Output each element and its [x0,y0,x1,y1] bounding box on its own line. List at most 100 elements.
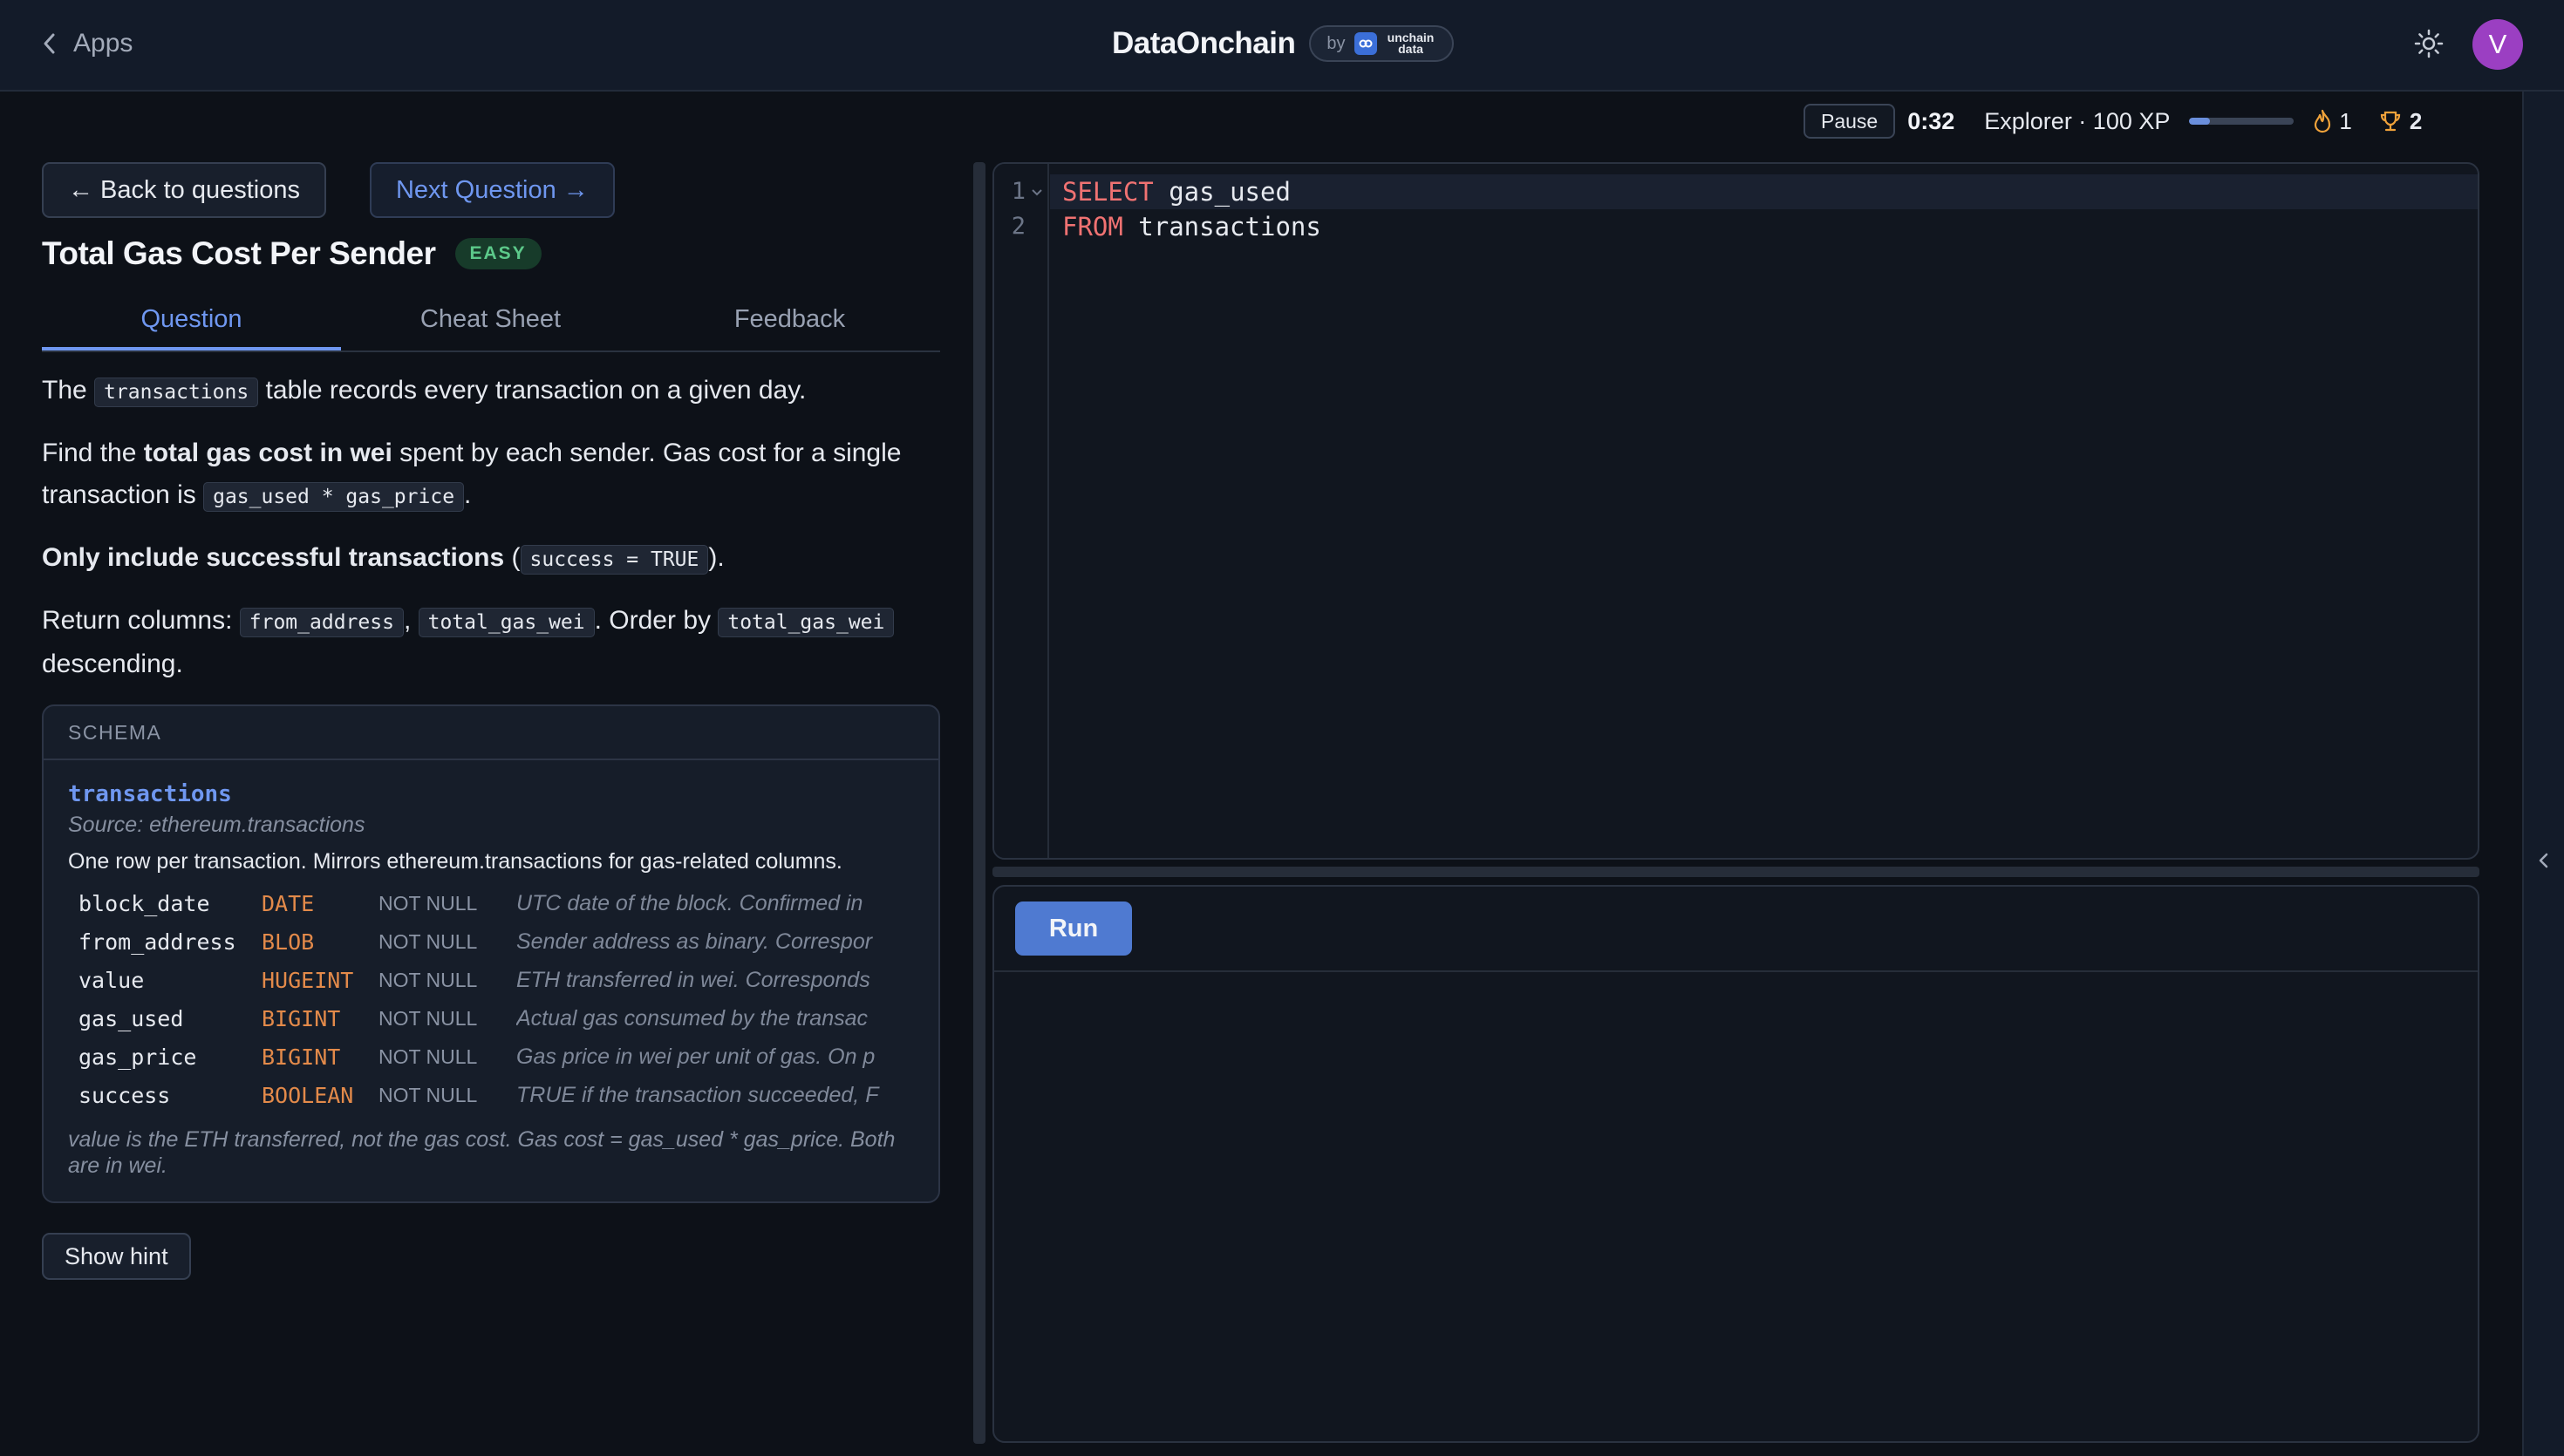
column-type: BLOB [262,929,315,955]
text: descending. [42,650,183,678]
line-number: 1 [1011,178,1026,205]
schema-body: transactions Source: ethereum.transactio… [44,760,938,1201]
tab-feedback[interactable]: Feedback [640,300,939,350]
column-type: BIGINT [262,1005,341,1031]
xp-progress-bar [2189,118,2295,125]
column-nullability: NOT NULL [378,1044,478,1068]
bold-text: total gas cost in wei [143,439,392,467]
schema-header: SCHEMA [44,706,938,760]
panel-resize-handle[interactable] [973,162,985,1444]
schema-source: Source: ethereum.transactions [68,813,365,837]
text: Return columns: [42,606,240,635]
brand: DataOnchain by unchain data [1112,23,1454,65]
back-to-apps-link[interactable]: Apps [42,24,133,63]
sql-keyword: SELECT [1062,177,1154,207]
code-line: FROM transactions [1062,209,1321,244]
user-avatar[interactable]: V [2472,19,2523,70]
chevron-down-icon[interactable] [1031,183,1043,205]
session-status: Pause 0:32 Explorer · 100 XP 1 2 [1804,103,2422,139]
tab-cheat-sheet[interactable]: Cheat Sheet [341,300,640,350]
column-type: DATE [262,890,315,916]
question-paragraph: Find the total gas cost in wei spent by … [42,432,940,518]
line-number: 2 [1011,213,1026,240]
brand-partner-name: unchain data [1387,31,1435,56]
schema-description: One row per transaction. Mirrors ethereu… [68,849,842,874]
column-name: gas_price [78,1044,197,1070]
table-row: gas_used BIGINT NOT NULL Actual gas cons… [68,999,914,1038]
brand-by-label: by [1326,33,1346,53]
difficulty-badge: EASY [454,238,542,269]
avatar-initial: V [2488,29,2507,59]
text: ). [708,543,725,572]
trophy-icon [2380,111,2400,132]
column-description: Sender address as binary. Correspor [516,929,873,954]
column-name: value [78,967,145,993]
pause-button[interactable]: Pause [1804,104,1896,139]
column-description: UTC date of the block. Confirmed in [516,890,863,915]
question-panel: ← Back to questions Next Question → Tota… [42,162,940,1280]
trophy-count: 2 [2409,107,2423,134]
column-type: BOOLEAN [262,1082,354,1108]
theme-toggle-button[interactable] [2411,26,2446,61]
inline-code: total_gas_wei [418,608,595,637]
question-paragraph: Return columns: from_address, total_gas_… [42,600,940,685]
column-nullability: NOT NULL [378,1006,478,1030]
column-description: ETH transferred in wei. Corresponds [516,967,870,992]
column-type: BIGINT [262,1044,341,1070]
tab-question[interactable]: Question [42,300,341,350]
inline-code: success = TRUE [520,545,709,575]
editor-resize-handle[interactable] [992,867,2479,877]
text: Find the [42,439,144,467]
schema-table-name: transactions [68,781,232,807]
table-row: block_date DATE NOT NULL UTC date of the… [68,884,914,922]
table-row: from_address BLOB NOT NULL Sender addres… [68,922,914,961]
column-name: gas_used [78,1005,184,1031]
trophy-counter: 2 [2378,108,2422,135]
sql-text: gas_used [1153,177,1291,207]
column-description: Gas price in wei per unit of gas. On p [516,1044,876,1069]
timer: 0:32 [1907,107,1955,134]
results-panel: Run [992,885,2479,1443]
bold-text: Only include successful transactions [42,543,505,572]
back-to-questions-button[interactable]: ← Back to questions [42,162,326,218]
question-tabs: Question Cheat Sheet Feedback [42,300,940,352]
text: The [42,376,95,405]
schema-panel: SCHEMA transactions Source: ethereum.tra… [42,704,940,1203]
question-title-row: Total Gas Cost Per Sender EASY [42,235,940,272]
column-name: block_date [78,890,210,916]
schema-columns-table: block_date DATE NOT NULL UTC date of the… [68,884,914,1114]
table-row: gas_price BIGINT NOT NULL Gas price in w… [68,1038,914,1076]
code-line: SELECT gas_used [1062,174,1291,209]
results-toolbar: Run [994,887,2478,972]
column-nullability: NOT NULL [378,891,478,915]
column-nullability: NOT NULL [378,1083,478,1106]
back-to-apps-label: Apps [73,29,133,58]
column-description: TRUE if the transaction succeeded, F [516,1082,879,1107]
table-row: value HUGEINT NOT NULL ETH transferred i… [68,961,914,999]
run-button[interactable]: Run [1015,901,1132,956]
streak-count: 1 [2339,107,2352,134]
sql-editor[interactable]: 1 2 SELECT gas_used FROM transactions [992,162,2479,860]
column-name: success [78,1082,171,1108]
brand-partner-pill: by unchain data [1309,25,1454,62]
sql-text: transactions [1122,212,1321,242]
top-bar: Apps DataOnchain by unchain data V [0,0,2564,92]
show-hint-button[interactable]: Show hint [42,1233,191,1280]
text: ( [504,543,521,572]
flame-icon [2315,109,2331,133]
question-title: Total Gas Cost Per Sender [42,235,436,271]
inline-code: transactions [94,378,259,407]
inline-code: gas_used * gas_price [203,482,465,512]
xp-progress-fill [2189,118,2211,125]
chevron-left-icon [2539,853,2548,868]
sun-icon [2414,29,2444,58]
chevron-left-icon [44,33,55,54]
column-nullability: NOT NULL [378,929,478,953]
question-paragraph: Only include successful transactions (su… [42,537,940,581]
editor-gutter: 1 2 [994,164,1049,858]
sql-keyword: FROM [1062,212,1123,242]
level-xp-label: Explorer · 100 XP [1984,107,2171,134]
expand-sidebar-button[interactable] [2531,843,2557,878]
streak-counter: 1 [2313,107,2352,135]
next-question-button[interactable]: Next Question → [369,162,615,218]
